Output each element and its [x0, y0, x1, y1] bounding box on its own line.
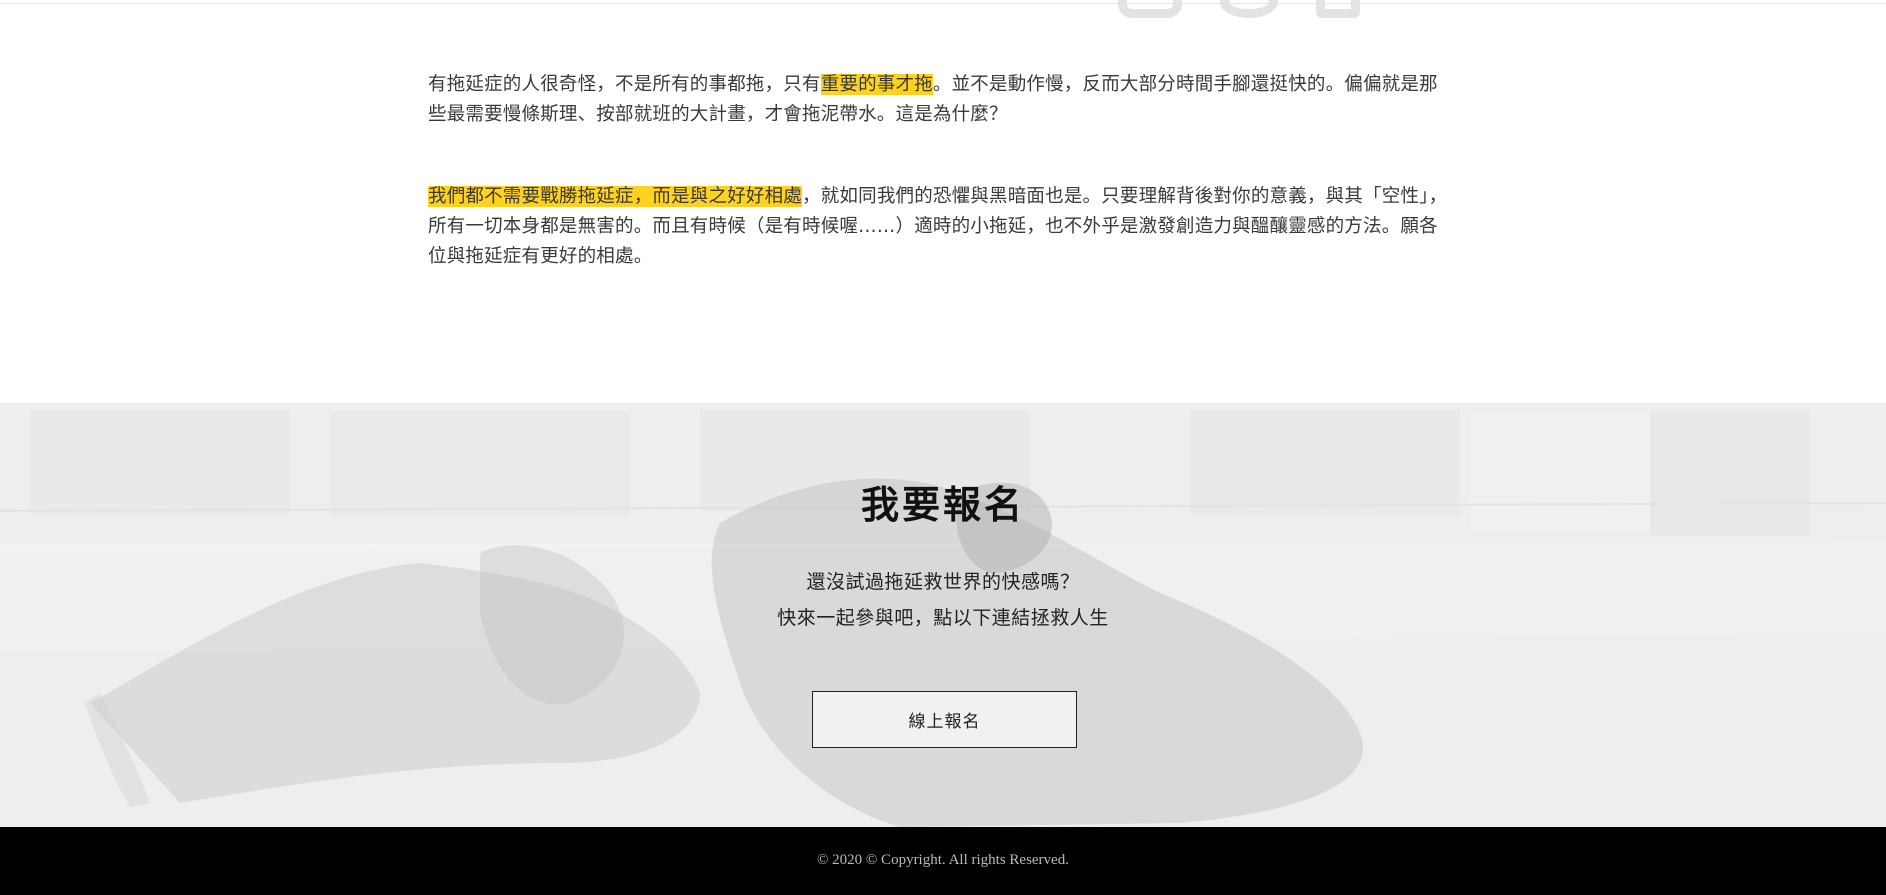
paragraph-2-highlight: 我們都不需要戰勝拖延症，而是與之好好相處: [428, 186, 803, 207]
article-paragraph-1: 有拖延症的人很奇怪，不是所有的事都拖，只有重要的事才拖。並不是動作慢，反而大部分…: [428, 70, 1453, 130]
footer: © 2020 © Copyright. All rights Reserved.: [0, 827, 1886, 895]
online-signup-button[interactable]: 線上報名: [812, 691, 1077, 748]
copyright-text: © 2020 © Copyright. All rights Reserved.: [817, 852, 1069, 868]
paragraph-1-highlight: 重要的事才拖: [820, 74, 933, 95]
top-divider: [0, 3, 1886, 4]
decorative-graphic: [1116, 0, 1361, 20]
paragraph-1-text-start: 有拖延症的人很奇怪，不是所有的事都拖，只有: [428, 74, 821, 95]
page: 有拖延症的人很奇怪，不是所有的事都拖，只有重要的事才拖。並不是動作慢，反而大部分…: [0, 0, 1886, 895]
register-title: 我要報名: [860, 483, 1025, 527]
article-section: 有拖延症的人很奇怪，不是所有的事都拖，只有重要的事才拖。並不是動作慢，反而大部分…: [0, 0, 1886, 403]
register-subtitle-line-2: 快來一起參與吧，點以下連結拯救人生: [777, 607, 1109, 629]
article-paragraph-2: 我們都不需要戰勝拖延症，而是與之好好相處，就如同我們的恐懼與黑暗面也是。只要理解…: [428, 182, 1453, 272]
register-subtitle-line-1: 還沒試過拖延救世界的快感嗎？: [806, 571, 1080, 593]
register-section: 我要報名 還沒試過拖延救世界的快感嗎？ 快來一起參與吧，點以下連結拯救人生 線上…: [0, 403, 1886, 827]
